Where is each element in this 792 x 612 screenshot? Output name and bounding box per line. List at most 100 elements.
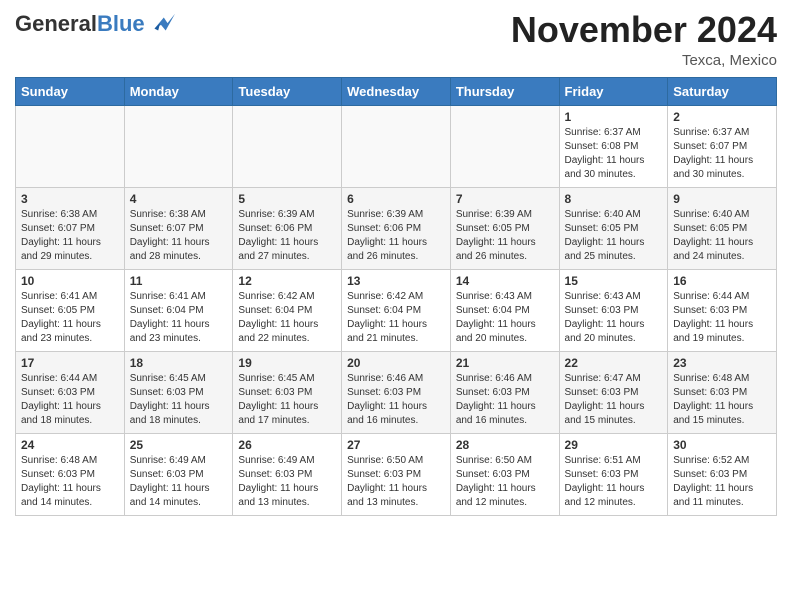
- day-info: Sunrise: 6:52 AMSunset: 6:03 PMDaylight:…: [673, 454, 771, 510]
- day-number: 5: [238, 192, 336, 206]
- day-info: Sunrise: 6:43 AMSunset: 6:04 PMDaylight:…: [456, 290, 554, 346]
- day-info: Sunrise: 6:41 AMSunset: 6:04 PMDaylight:…: [130, 290, 228, 346]
- logo-general-text: GeneralBlue: [15, 12, 145, 36]
- calendar-cell: 3 Sunrise: 6:38 AMSunset: 6:07 PMDaylight…: [16, 187, 125, 269]
- day-info: Sunrise: 6:40 AMSunset: 6:05 PMDaylight:…: [673, 208, 771, 264]
- day-info: Sunrise: 6:44 AMSunset: 6:03 PMDaylight:…: [673, 290, 771, 346]
- day-info: Sunrise: 6:46 AMSunset: 6:03 PMDaylight:…: [456, 372, 554, 428]
- calendar-cell: 19Sunrise: 6:45 AMSunset: 6:03 PMDayligh…: [233, 351, 342, 433]
- calendar-cell: [450, 105, 559, 187]
- day-number: 13: [347, 274, 445, 288]
- calendar-cell: 28 Sunrise: 6:50 AMSunset: 6:03 PMDayligh…: [450, 433, 559, 515]
- day-info: Sunrise: 6:42 AMSunset: 6:04 PMDaylight:…: [347, 290, 445, 346]
- calendar-cell: 14Sunrise: 6:43 AMSunset: 6:04 PMDayligh…: [450, 269, 559, 351]
- calendar-cell: 17 Sunrise: 6:44 AMSunset: 6:03 PMDayligh…: [16, 351, 125, 433]
- day-info: Sunrise: 6:38 AMSunset: 6:07 PMDaylight:…: [21, 208, 119, 264]
- day-number: 1: [565, 110, 663, 124]
- day-info: Sunrise: 6:45 AMSunset: 6:03 PMDaylight:…: [130, 372, 228, 428]
- calendar-cell: 18 Sunrise: 6:45 AMSunset: 6:03 PMDayligh…: [124, 351, 233, 433]
- calendar-cell: 16 Sunrise: 6:44 AMSunset: 6:03 PMDayligh…: [668, 269, 777, 351]
- day-info: Sunrise: 6:40 AMSunset: 6:05 PMDaylight:…: [565, 208, 663, 264]
- calendar-cell: [124, 105, 233, 187]
- calendar-cell: 27Sunrise: 6:50 AMSunset: 6:03 PMDayligh…: [342, 433, 451, 515]
- day-number: 20: [347, 356, 445, 370]
- calendar-cell: [342, 105, 451, 187]
- calendar-cell: 23 Sunrise: 6:48 AMSunset: 6:03 PMDayligh…: [668, 351, 777, 433]
- day-number: 28: [456, 438, 554, 452]
- logo-bird-icon: [147, 10, 175, 38]
- day-number: 26: [238, 438, 336, 452]
- day-info: Sunrise: 6:39 AMSunset: 6:05 PMDaylight:…: [456, 208, 554, 264]
- day-number: 17: [21, 356, 119, 370]
- col-friday: Friday: [559, 77, 668, 105]
- day-info: Sunrise: 6:50 AMSunset: 6:03 PMDaylight:…: [347, 454, 445, 510]
- day-info: Sunrise: 6:37 AMSunset: 6:07 PMDaylight:…: [673, 126, 771, 182]
- location-text: Texca, Mexico: [511, 52, 777, 69]
- day-info: Sunrise: 6:39 AMSunset: 6:06 PMDaylight:…: [347, 208, 445, 264]
- col-wednesday: Wednesday: [342, 77, 451, 105]
- calendar-week-1: 1 Sunrise: 6:37 AMSunset: 6:08 PMDaylight…: [16, 105, 777, 187]
- calendar-week-2: 3 Sunrise: 6:38 AMSunset: 6:07 PMDaylight…: [16, 187, 777, 269]
- day-number: 12: [238, 274, 336, 288]
- day-number: 6: [347, 192, 445, 206]
- calendar-cell: 10Sunrise: 6:41 AMSunset: 6:05 PMDayligh…: [16, 269, 125, 351]
- col-saturday: Saturday: [668, 77, 777, 105]
- day-number: 7: [456, 192, 554, 206]
- day-number: 19: [238, 356, 336, 370]
- logo: GeneralBlue: [15, 10, 175, 38]
- calendar-week-3: 10Sunrise: 6:41 AMSunset: 6:05 PMDayligh…: [16, 269, 777, 351]
- day-info: Sunrise: 6:48 AMSunset: 6:03 PMDaylight:…: [673, 372, 771, 428]
- calendar-cell: 4 Sunrise: 6:38 AMSunset: 6:07 PMDaylight…: [124, 187, 233, 269]
- calendar-cell: 22Sunrise: 6:47 AMSunset: 6:03 PMDayligh…: [559, 351, 668, 433]
- day-number: 23: [673, 356, 771, 370]
- day-number: 16: [673, 274, 771, 288]
- day-number: 18: [130, 356, 228, 370]
- day-info: Sunrise: 6:42 AMSunset: 6:04 PMDaylight:…: [238, 290, 336, 346]
- day-info: Sunrise: 6:39 AMSunset: 6:06 PMDaylight:…: [238, 208, 336, 264]
- day-info: Sunrise: 6:38 AMSunset: 6:07 PMDaylight:…: [130, 208, 228, 264]
- calendar-cell: 8 Sunrise: 6:40 AMSunset: 6:05 PMDaylight…: [559, 187, 668, 269]
- day-number: 25: [130, 438, 228, 452]
- calendar-cell: 7 Sunrise: 6:39 AMSunset: 6:05 PMDaylight…: [450, 187, 559, 269]
- day-info: Sunrise: 6:50 AMSunset: 6:03 PMDaylight:…: [456, 454, 554, 510]
- day-number: 22: [565, 356, 663, 370]
- col-sunday: Sunday: [16, 77, 125, 105]
- col-thursday: Thursday: [450, 77, 559, 105]
- calendar-cell: 29Sunrise: 6:51 AMSunset: 6:03 PMDayligh…: [559, 433, 668, 515]
- page-header: GeneralBlue November 2024 Texca, Mexico: [15, 10, 777, 69]
- day-info: Sunrise: 6:37 AMSunset: 6:08 PMDaylight:…: [565, 126, 663, 182]
- col-tuesday: Tuesday: [233, 77, 342, 105]
- calendar-cell: 12 Sunrise: 6:42 AMSunset: 6:04 PMDayligh…: [233, 269, 342, 351]
- calendar-cell: 21Sunrise: 6:46 AMSunset: 6:03 PMDayligh…: [450, 351, 559, 433]
- day-info: Sunrise: 6:48 AMSunset: 6:03 PMDaylight:…: [21, 454, 119, 510]
- day-number: 3: [21, 192, 119, 206]
- day-info: Sunrise: 6:49 AMSunset: 6:03 PMDaylight:…: [238, 454, 336, 510]
- month-title: November 2024: [511, 10, 777, 50]
- calendar-cell: 20 Sunrise: 6:46 AMSunset: 6:03 PMDayligh…: [342, 351, 451, 433]
- calendar-cell: 11Sunrise: 6:41 AMSunset: 6:04 PMDayligh…: [124, 269, 233, 351]
- day-number: 15: [565, 274, 663, 288]
- day-info: Sunrise: 6:44 AMSunset: 6:03 PMDaylight:…: [21, 372, 119, 428]
- logo-text-block: GeneralBlue: [15, 10, 175, 38]
- day-number: 9: [673, 192, 771, 206]
- calendar-cell: 30Sunrise: 6:52 AMSunset: 6:03 PMDayligh…: [668, 433, 777, 515]
- day-number: 24: [21, 438, 119, 452]
- day-number: 2: [673, 110, 771, 124]
- calendar-cell: 5 Sunrise: 6:39 AMSunset: 6:06 PMDaylight…: [233, 187, 342, 269]
- calendar-cell: 26 Sunrise: 6:49 AMSunset: 6:03 PMDayligh…: [233, 433, 342, 515]
- calendar-cell: [16, 105, 125, 187]
- title-block: November 2024 Texca, Mexico: [511, 10, 777, 69]
- calendar-table: Sunday Monday Tuesday Wednesday Thursday…: [15, 77, 777, 516]
- day-number: 4: [130, 192, 228, 206]
- day-info: Sunrise: 6:49 AMSunset: 6:03 PMDaylight:…: [130, 454, 228, 510]
- day-info: Sunrise: 6:51 AMSunset: 6:03 PMDaylight:…: [565, 454, 663, 510]
- day-number: 8: [565, 192, 663, 206]
- day-info: Sunrise: 6:43 AMSunset: 6:03 PMDaylight:…: [565, 290, 663, 346]
- calendar-cell: 15 Sunrise: 6:43 AMSunset: 6:03 PMDayligh…: [559, 269, 668, 351]
- col-monday: Monday: [124, 77, 233, 105]
- calendar-cell: 13 Sunrise: 6:42 AMSunset: 6:04 PMDayligh…: [342, 269, 451, 351]
- day-info: Sunrise: 6:46 AMSunset: 6:03 PMDaylight:…: [347, 372, 445, 428]
- calendar-cell: 2 Sunrise: 6:37 AMSunset: 6:07 PMDaylight…: [668, 105, 777, 187]
- calendar-week-4: 17 Sunrise: 6:44 AMSunset: 6:03 PMDayligh…: [16, 351, 777, 433]
- calendar-cell: 25 Sunrise: 6:49 AMSunset: 6:03 PMDayligh…: [124, 433, 233, 515]
